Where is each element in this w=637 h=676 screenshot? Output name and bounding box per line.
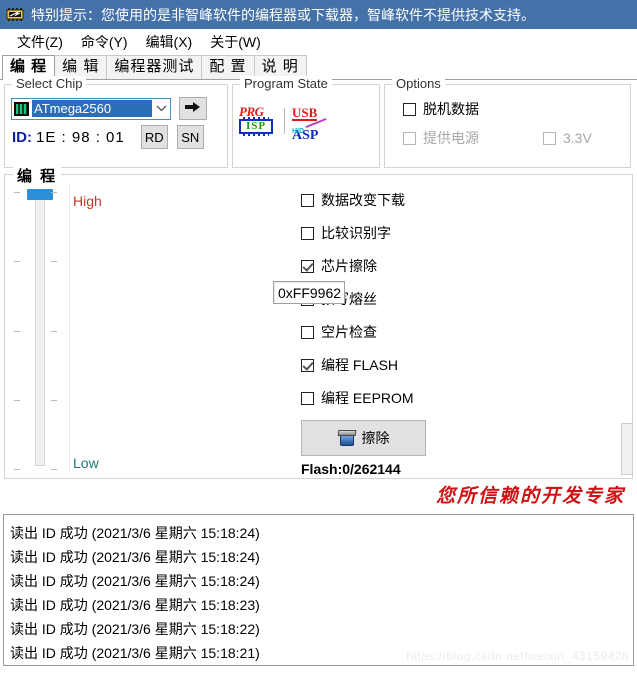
- option-compare-signature-label: 比较识别字: [321, 225, 391, 241]
- option-blank-check-checkbox[interactable]: [301, 325, 314, 339]
- programming-panel: 编 程 High Low 数据改变下载 比较识别字 芯片擦除 预写熔丝 空片检查…: [4, 165, 633, 479]
- option-program-flash-checkbox[interactable]: [301, 358, 314, 372]
- option-blank-check-row[interactable]: 空片检查: [301, 321, 632, 343]
- option-supply-power-label: 提供电源: [423, 130, 479, 146]
- select-chip-legend: Select Chip: [12, 76, 87, 91]
- log-line: 读出 ID 成功 (2021/3/6 星期六 15:18:24): [10, 525, 260, 541]
- chip-icon: [5, 7, 25, 22]
- options-legend: Options: [392, 76, 445, 91]
- option-program-flash-label: 编程 FLASH: [321, 357, 399, 373]
- option-offline-data-label: 脱机数据: [423, 101, 479, 117]
- chip-id-value: 1E : 98 : 01: [36, 128, 125, 146]
- menu-item-command[interactable]: 命令(Y): [72, 30, 137, 54]
- option-program-eeprom-checkbox[interactable]: [301, 391, 314, 405]
- menubar: 文件(Z) 命令(Y) 编辑(X) 关于(W): [0, 29, 637, 54]
- option-blank-check-label: 空片检查: [321, 324, 377, 340]
- log-output-panel[interactable]: 读出 ID 成功 (2021/3/6 星期六 15:18:24) 读出 ID 成…: [3, 514, 634, 666]
- hid-icon-row: HID: [292, 117, 332, 135]
- read-id-button[interactable]: RD: [140, 125, 168, 149]
- isp-icon-label: ISP: [245, 120, 267, 132]
- option-chip-erase-label: 芯片擦除: [321, 258, 377, 274]
- select-chip-group: Select Chip ATmega2560 ID: 1E : 98 : 01: [4, 76, 228, 168]
- log-line: 读出 ID 成功 (2021/3/6 星期六 15:18:22): [10, 621, 260, 637]
- isp-icon-frame: ISP: [239, 117, 273, 136]
- chip-select-value: ATmega2560: [32, 100, 152, 117]
- prg-isp-icon: PRG ISP: [239, 105, 277, 137]
- option-chip-erase-row[interactable]: 芯片擦除: [301, 255, 632, 277]
- program-state-group: Program State PRG ISP USB HID ASP: [232, 76, 380, 168]
- option-download-on-change-checkbox[interactable]: [301, 193, 314, 207]
- top-groups-row: Select Chip ATmega2560 ID: 1E : 98 : 01: [0, 76, 637, 168]
- option-program-eeprom-row[interactable]: 编程 EEPROM: [301, 387, 632, 409]
- company-slogan: 您所信赖的开发专家: [435, 486, 625, 507]
- chip-icon: [14, 101, 29, 116]
- option-supply-power-row: 提供电源 3.3V: [385, 119, 630, 148]
- option-prewrite-fuse-row[interactable]: 预写熔丝: [301, 288, 632, 310]
- option-chip-erase-checkbox[interactable]: [301, 259, 314, 273]
- option-33v-row: 3.3V: [543, 130, 592, 146]
- chip-id-row: ID: 1E : 98 : 01 RD SN: [5, 120, 227, 149]
- notice-banner-text: 特别提示：您使用的是非智峰软件的编程器或下载器，智峰软件不提供技术支持。: [31, 6, 535, 23]
- menu-item-about[interactable]: 关于(W): [201, 30, 270, 54]
- tab-programmer-test[interactable]: 编程器测试: [106, 55, 203, 79]
- trackbar-thumb[interactable]: [27, 189, 53, 200]
- chip-combo-row: ATmega2560: [5, 91, 227, 120]
- option-program-flash-row[interactable]: 编程 FLASH: [301, 354, 632, 376]
- trackbar-ticks-right: [51, 192, 57, 470]
- log-line: 读出 ID 成功 (2021/3/6 星期六 15:18:21): [10, 645, 260, 661]
- chip-select-combobox[interactable]: ATmega2560: [11, 97, 171, 120]
- fuse-value-field[interactable]: 0xFF9962: [273, 281, 345, 304]
- option-offline-data-checkbox[interactable]: [403, 102, 416, 116]
- trash-bin-icon: [337, 429, 356, 447]
- option-compare-signature-row[interactable]: 比较识别字: [301, 222, 632, 244]
- flash-status-label: Flash:0/262144: [301, 461, 401, 477]
- option-program-eeprom-label: 编程 EEPROM: [321, 390, 414, 406]
- menu-item-edit[interactable]: 编辑(X): [137, 30, 202, 54]
- erase-button[interactable]: 擦除: [301, 420, 426, 456]
- option-download-on-change-row[interactable]: 数据改变下载: [301, 189, 632, 211]
- options-group: Options 脱机数据 提供电源 3.3V: [384, 76, 631, 168]
- log-line: 读出 ID 成功 (2021/3/6 星期六 15:18:23): [10, 597, 260, 613]
- log-line: 读出 ID 成功 (2021/3/6 星期六 15:18:24): [10, 573, 260, 589]
- option-supply-power-checkbox: [403, 131, 416, 145]
- trackbar-ticks-left: [14, 192, 20, 470]
- chevron-down-icon[interactable]: [152, 99, 170, 119]
- menu-item-file[interactable]: 文件(Z): [8, 30, 72, 54]
- log-line: 读出 ID 成功 (2021/3/6 星期六 15:18:24): [10, 549, 260, 565]
- divider: [284, 108, 285, 134]
- trackbar-groove: [35, 191, 45, 466]
- erase-button-label: 擦除: [361, 430, 390, 446]
- programming-options-column: 数据改变下载 比较识别字 芯片擦除 预写熔丝 空片检查 编程 FLASH 编程 …: [70, 179, 633, 478]
- option-offline-data-row[interactable]: 脱机数据: [385, 91, 630, 119]
- program-state-legend: Program State: [240, 76, 332, 91]
- right-arrow-icon: [185, 101, 201, 116]
- program-state-icons: PRG ISP USB HID ASP: [233, 91, 379, 143]
- usb-asp-icon: USB HID ASP: [292, 105, 332, 143]
- apply-chip-button[interactable]: [179, 97, 207, 120]
- programming-panel-body: High Low 数据改变下载 比较识别字 芯片擦除 预写熔丝 空片检查 编程 …: [5, 175, 633, 478]
- chip-id-label: ID:: [12, 128, 32, 146]
- serial-number-button[interactable]: SN: [176, 125, 204, 149]
- hid-icon-label: HID: [292, 128, 305, 135]
- voltage-trackbar[interactable]: [9, 183, 70, 474]
- option-download-on-change-label: 数据改变下载: [321, 192, 405, 208]
- option-33v-checkbox: [543, 131, 556, 145]
- option-compare-signature-checkbox[interactable]: [301, 226, 314, 240]
- option-33v-label: 3.3V: [563, 130, 592, 146]
- panel-scrollbar[interactable]: [621, 423, 633, 475]
- usb-icon-label: USB: [292, 105, 318, 121]
- notice-banner: 特别提示：您使用的是非智峰软件的编程器或下载器，智峰软件不提供技术支持。: [0, 0, 637, 29]
